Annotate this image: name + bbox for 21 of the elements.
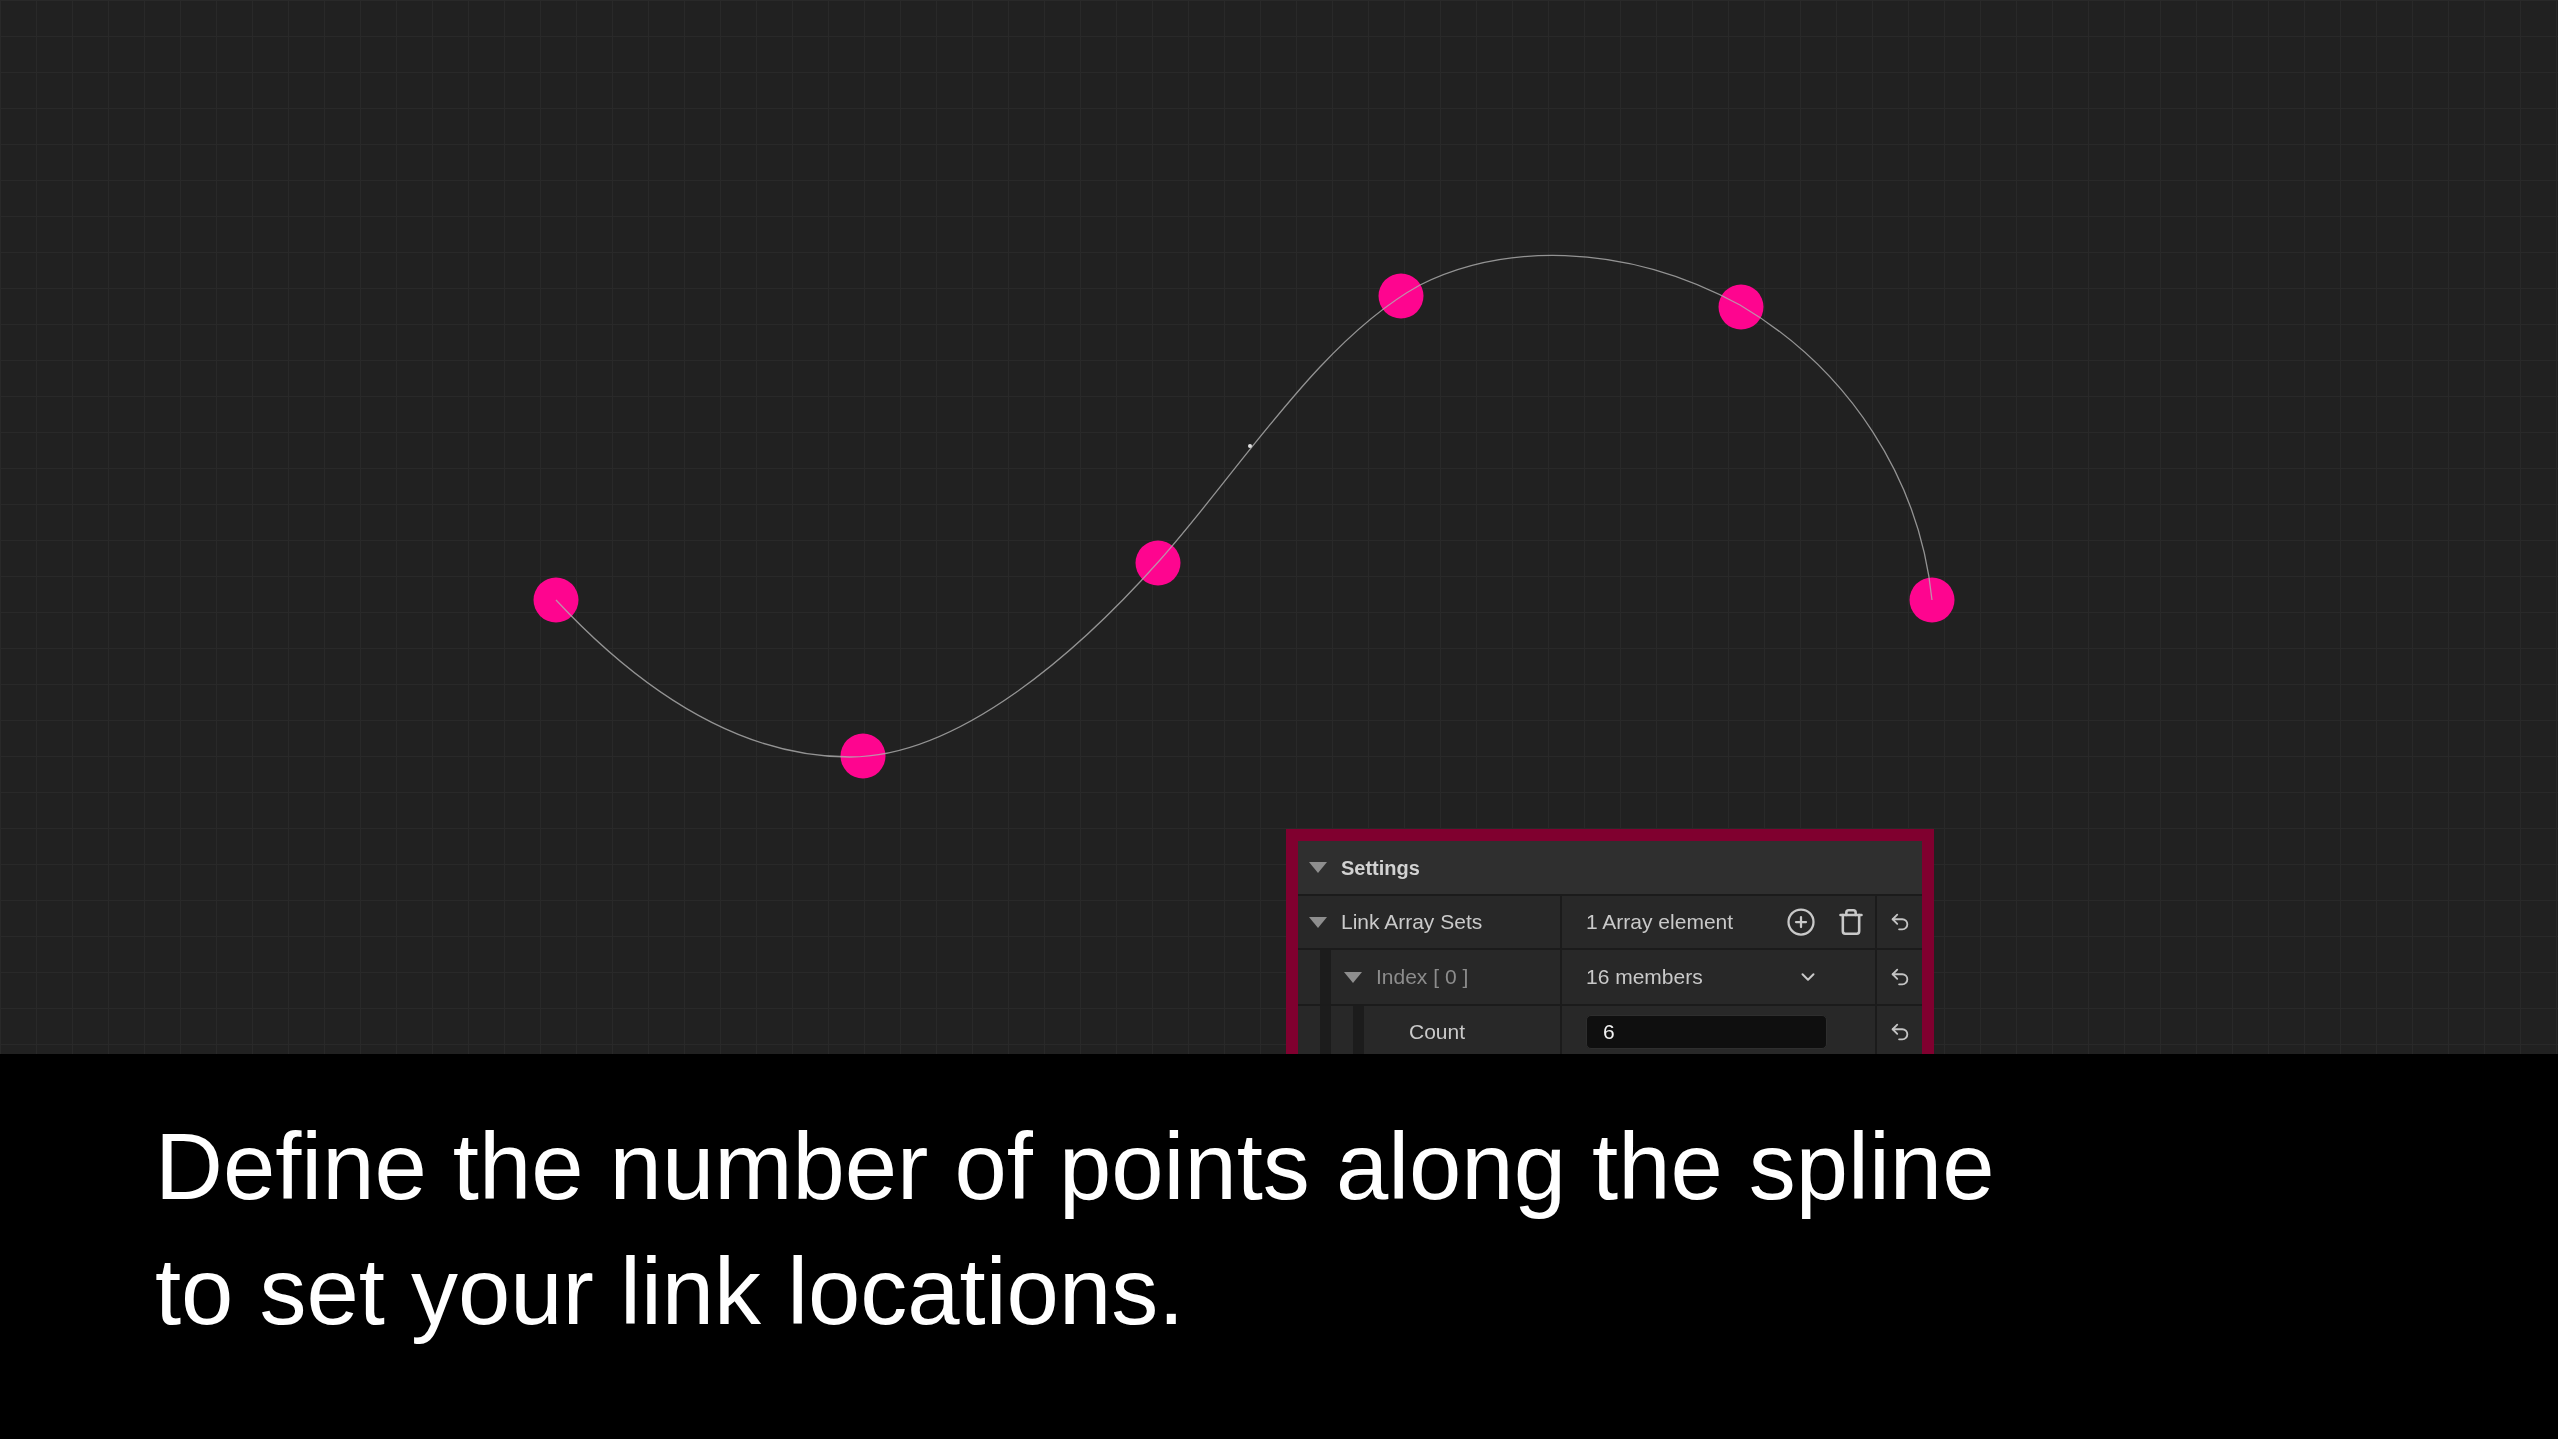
add-icon xyxy=(1786,907,1816,937)
caption-text: Define the number of points along the spline to set your link locations. xyxy=(155,1113,1995,1346)
array-count-text: 1 Array element xyxy=(1586,909,1734,936)
disclosure-triangle-icon[interactable] xyxy=(1309,862,1327,873)
disclosure-triangle-icon[interactable] xyxy=(1309,916,1327,928)
spline-point-icon xyxy=(1909,577,1955,623)
spline-point-icon xyxy=(1718,284,1764,330)
add-element-button[interactable] xyxy=(1785,906,1817,938)
spline-point-icon xyxy=(840,733,886,779)
spline-point-icon xyxy=(1135,540,1181,586)
property-label: Index [ 0 ] xyxy=(1376,964,1469,991)
spline-point-icon xyxy=(533,577,579,623)
property-label: Link Array Sets xyxy=(1341,909,1483,936)
members-count-text: 16 members xyxy=(1586,964,1703,991)
count-input[interactable]: 6 xyxy=(1586,1015,1827,1049)
disclosure-triangle-icon[interactable] xyxy=(1344,971,1362,983)
trash-icon xyxy=(1837,908,1865,936)
section-title: Settings xyxy=(1341,855,1420,881)
spline-point-icon xyxy=(1378,273,1424,319)
property-label: Count xyxy=(1409,1019,1466,1046)
delete-elements-button[interactable] xyxy=(1837,906,1865,938)
